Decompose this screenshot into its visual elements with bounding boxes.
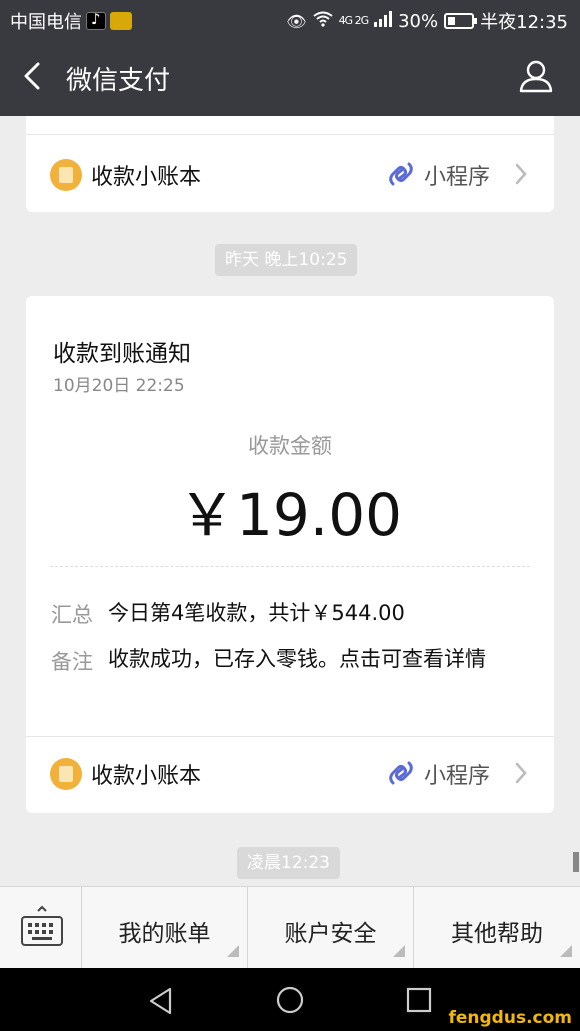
carrier-label: 中国电信 bbox=[10, 12, 82, 33]
chevron-right-icon bbox=[515, 762, 527, 784]
remark-label: 备注 bbox=[51, 650, 93, 674]
menu-account-security[interactable]: 账户安全 bbox=[248, 887, 414, 969]
menu-label: 我的账单 bbox=[118, 921, 211, 947]
watermark: fengdus.com bbox=[448, 1008, 572, 1028]
payment-notice-card[interactable]: 收款到账通知 10月20日 22:25 收款金额 ￥19.00 汇总 今日第4笔… bbox=[26, 296, 554, 813]
title-bar: 微信支付 bbox=[0, 38, 580, 116]
menu-label: 账户安全 bbox=[284, 921, 377, 947]
notice-title: 收款到账通知 bbox=[53, 341, 191, 367]
ledger-name: 收款小账本 bbox=[91, 165, 202, 190]
bottom-menu: 我的账单 账户安全 其他帮助 bbox=[0, 886, 580, 969]
amount-label: 收款金额 bbox=[248, 434, 332, 458]
amount-value: ￥19.00 bbox=[177, 481, 403, 549]
nav-recent-apps-icon[interactable] bbox=[406, 987, 432, 1013]
eye-icon: 👁 bbox=[286, 11, 307, 31]
nav-back-icon[interactable] bbox=[146, 986, 176, 1016]
previous-notice-card[interactable]: 收款小账本 小程序 bbox=[26, 116, 554, 212]
scrollbar[interactable] bbox=[573, 852, 579, 872]
menu-my-bills[interactable]: 我的账单 bbox=[82, 887, 248, 969]
mini-program-label: 小程序 bbox=[424, 165, 491, 190]
ledger-coin-icon bbox=[50, 758, 82, 790]
nav-home-icon[interactable] bbox=[276, 986, 304, 1014]
ledger-footer-row[interactable]: 收款小账本 小程序 bbox=[26, 737, 554, 811]
submenu-corner-icon bbox=[560, 945, 572, 957]
keyboard-toggle-button[interactable] bbox=[0, 887, 82, 969]
clock: 半夜12:35 bbox=[480, 12, 568, 33]
timestamp-badge: 凌晨12:23 bbox=[237, 847, 340, 879]
system-nav-bar: fengdus.com bbox=[0, 968, 580, 1031]
menu-other-help[interactable]: 其他帮助 bbox=[414, 887, 580, 969]
back-icon[interactable] bbox=[18, 61, 48, 91]
ledger-name: 收款小账本 bbox=[91, 764, 202, 789]
menu-label: 其他帮助 bbox=[451, 921, 543, 947]
mini-program-icon bbox=[389, 761, 413, 785]
keyboard-icon bbox=[21, 905, 63, 946]
app-notification-icon bbox=[110, 12, 132, 30]
user-profile-icon[interactable] bbox=[518, 58, 554, 94]
mini-program-icon bbox=[389, 162, 413, 186]
summary-value: 今日第4笔收款，共计￥544.00 bbox=[108, 601, 405, 625]
timestamp-badge: 昨天 晚上10:25 bbox=[215, 244, 358, 276]
remark-value: 收款成功，已存入零钱。点击可查看详情 bbox=[108, 647, 486, 671]
signal-icon bbox=[374, 10, 393, 32]
battery-percent: 30% bbox=[398, 10, 439, 32]
ledger-coin-icon bbox=[50, 159, 82, 191]
summary-label: 汇总 bbox=[51, 603, 93, 627]
notice-date: 10月20日 22:25 bbox=[53, 376, 185, 396]
network-type-label: 4G 2G bbox=[338, 14, 370, 27]
chevron-right-icon bbox=[515, 163, 527, 185]
mini-program-label: 小程序 bbox=[424, 764, 491, 789]
submenu-corner-icon bbox=[393, 945, 405, 957]
dashed-divider bbox=[50, 566, 530, 567]
wifi-icon bbox=[312, 11, 333, 31]
divider bbox=[26, 134, 554, 135]
tiktok-icon bbox=[86, 10, 106, 30]
status-bar: 中国电信 👁 4G 2G 30% 半夜12:35 bbox=[0, 0, 580, 38]
ledger-footer-row[interactable]: 收款小账本 小程序 bbox=[26, 138, 554, 212]
submenu-corner-icon bbox=[227, 945, 239, 957]
page-title: 微信支付 bbox=[66, 66, 171, 96]
battery-icon bbox=[444, 13, 478, 29]
